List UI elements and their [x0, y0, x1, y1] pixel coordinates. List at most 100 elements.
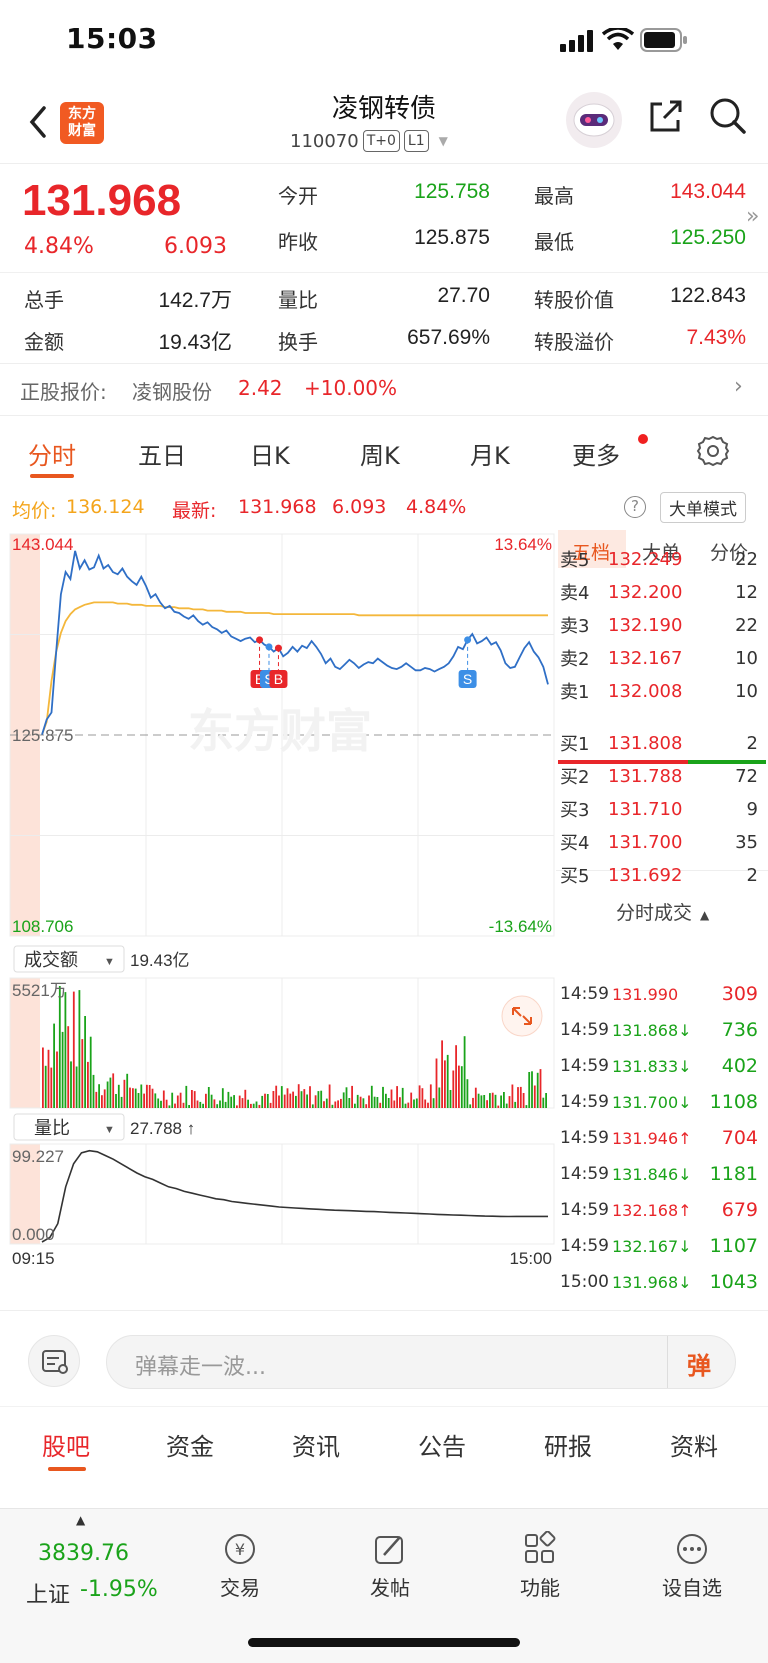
volume-bar [81, 1039, 84, 1108]
dock-add-watchlist[interactable]: 设自选 [642, 1531, 742, 1601]
trade-marker-dot [265, 643, 273, 651]
latest-change: 6.093 [332, 496, 387, 518]
ratio-bottom-label: 0.000 [12, 1225, 55, 1244]
tab-announcements[interactable]: 公告 [418, 1427, 466, 1462]
volume-bar [154, 1093, 157, 1108]
volume-bar [266, 1094, 269, 1108]
status-time: 15:03 [66, 22, 158, 55]
volume-bar [351, 1085, 353, 1108]
volume-bar [171, 1092, 174, 1108]
tab-weekly-k[interactable]: 周K [360, 436, 400, 471]
settings-icon[interactable] [696, 434, 730, 468]
share-icon[interactable] [646, 96, 686, 136]
volume-bar [460, 1066, 463, 1108]
big-order-mode-button[interactable]: 大单模式 [660, 492, 746, 523]
app-logo[interactable]: 东方 财富 [60, 102, 104, 144]
ask-level-row[interactable]: 卖3 132.190 22 [560, 608, 764, 642]
watermark: 东方财富 [188, 705, 372, 757]
quote-summary[interactable]: 131.968 4.84% 6.093 今开 125.758 最高 143.04… [0, 164, 768, 364]
level-qty: 35 [735, 831, 758, 853]
level-label: 卖5 [560, 550, 590, 571]
volume-bar [258, 1104, 261, 1108]
volume-bar [362, 1098, 365, 1108]
tab-funds[interactable]: 资金 [166, 1427, 214, 1462]
trades-header[interactable]: 分时成交 ▲ [616, 898, 709, 925]
edit-icon [375, 1536, 403, 1564]
trade-marker-text: S [463, 671, 472, 687]
last-price: 131.968 [22, 176, 182, 225]
volume-bar [264, 1093, 266, 1108]
volume-bar [449, 1090, 452, 1108]
volume-bar [486, 1100, 488, 1108]
volume-bar [311, 1104, 314, 1108]
bid-level-row[interactable]: 买4 131.700 35 [560, 825, 764, 859]
volume-bar [385, 1093, 387, 1108]
level-qty: 22 [735, 548, 758, 570]
ask-level-row[interactable]: 卖5 132.249 22 [560, 542, 764, 576]
chevron-right-icon[interactable]: » [746, 204, 759, 229]
volume-bar [320, 1090, 323, 1108]
dock-post[interactable]: 发帖 [340, 1531, 440, 1601]
volume-bar [250, 1103, 252, 1108]
tab-guba[interactable]: 股吧 [42, 1427, 90, 1462]
level-price: 131.808 [608, 732, 683, 754]
tab-news[interactable]: 资讯 [292, 1427, 340, 1462]
level-qty: 22 [735, 614, 758, 636]
level-qty: 2 [746, 864, 758, 886]
volume-bar [356, 1094, 359, 1108]
trade-qty: 679 [721, 1199, 758, 1221]
danmu-settings-button[interactable] [28, 1335, 80, 1387]
dock-trade-label: 交易 [220, 1576, 260, 1600]
trade-qty: 402 [721, 1055, 758, 1077]
tab-monthly-k[interactable]: 月K [470, 436, 510, 471]
underlying-stock-row[interactable]: 正股报价: 凌钢股份 2.42 +10.00% › [0, 364, 768, 416]
stock-code-row[interactable]: 110070 T+0 L1 ▼ [290, 130, 448, 152]
tab-more[interactable]: 更多 [572, 436, 620, 471]
index-value[interactable]: 3839.76 [38, 1541, 129, 1566]
volume-bar [95, 1091, 98, 1108]
chart-info-bar: 均价: 136.124 最新: 131.968 6.093 4.84% ? 大单… [0, 486, 768, 524]
bid-level-row[interactable]: 买2 131.788 72 [560, 759, 764, 793]
bid-level-row[interactable]: 买5 131.692 2 [560, 858, 764, 892]
assistant-avatar[interactable] [566, 92, 622, 148]
trade-qty: 1107 [709, 1235, 758, 1257]
trade-row: 14:59 131.946↑ 704 [560, 1120, 764, 1156]
tab-profile[interactable]: 资料 [670, 1427, 718, 1462]
danmu-input[interactable]: 弹幕走一波... 弹 [106, 1335, 736, 1389]
tab-daily-k[interactable]: 日K [250, 436, 290, 471]
volume-bar [286, 1088, 289, 1108]
volume-bar [117, 1084, 120, 1108]
dock-features[interactable]: 功能 [490, 1530, 590, 1601]
tab-intraday[interactable]: 分时 [28, 436, 76, 471]
bid-level-row[interactable]: 买3 131.710 9 [560, 792, 764, 826]
level-price: 132.249 [608, 548, 683, 570]
level-label: 卖2 [560, 649, 590, 670]
help-icon[interactable]: ? [624, 496, 646, 518]
active-tab-indicator [30, 474, 74, 478]
trade-marker-text: B [274, 671, 283, 687]
underlying-pct: +10.00% [304, 376, 398, 400]
volume-bar [70, 1061, 72, 1108]
volume-bar [432, 1098, 435, 1108]
volume-bar [213, 1099, 216, 1108]
y-top-label: 143.044 [12, 535, 73, 554]
level-label: 买1 [560, 734, 590, 755]
ask-level-row[interactable]: 卖4 132.200 12 [560, 575, 764, 609]
ask-level-row[interactable]: 卖1 132.008 10 [560, 674, 764, 708]
ask-level-row[interactable]: 卖2 132.167 10 [560, 641, 764, 675]
low-value: 125.250 [670, 226, 746, 249]
intraday-chart[interactable]: 东方财富B S B S143.044125.875108.70613.64%-13.6… [0, 524, 556, 1310]
volume-bar [275, 1085, 278, 1108]
tab-five-day[interactable]: 五日 [138, 436, 186, 471]
tab-research[interactable]: 研报 [544, 1427, 592, 1462]
danmu-send-button[interactable]: 弹 [687, 1346, 711, 1381]
volume-bar [376, 1097, 379, 1108]
bid-level-row[interactable]: 买1 131.808 2 [560, 726, 764, 760]
volume-bar [92, 1074, 95, 1108]
dock-trade[interactable]: ¥ 交易 [190, 1531, 290, 1601]
search-icon[interactable] [708, 96, 748, 136]
back-icon[interactable] [24, 102, 54, 142]
volume-bar [446, 1054, 449, 1108]
volume-bar [75, 1066, 78, 1108]
volume-bar [314, 1095, 317, 1108]
